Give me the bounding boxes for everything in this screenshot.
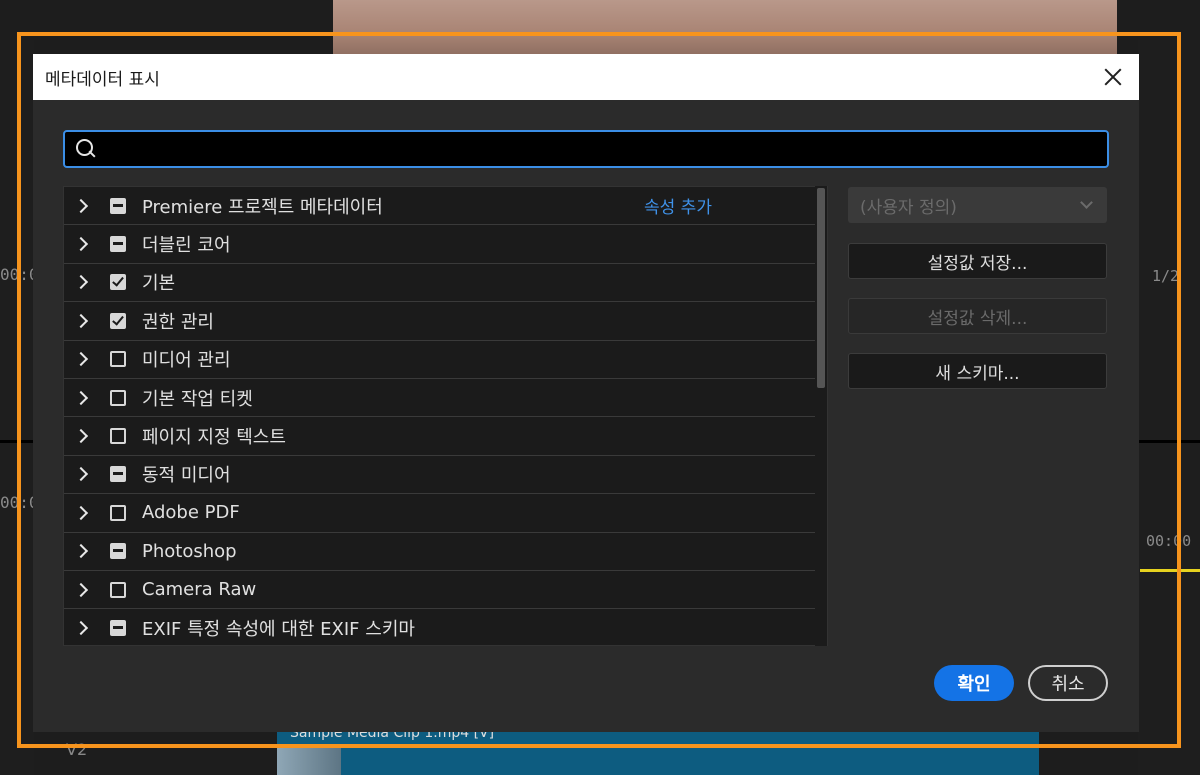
list-item-label: Photoshop xyxy=(142,540,237,562)
list-item-label: EXIF 특정 속성에 대한 EXIF 스키마 xyxy=(142,618,415,640)
checkbox[interactable] xyxy=(110,351,126,368)
search-icon xyxy=(75,138,97,160)
checkbox[interactable] xyxy=(110,428,126,445)
close-icon[interactable] xyxy=(1099,63,1127,91)
checkbox[interactable] xyxy=(110,274,126,291)
checkbox[interactable] xyxy=(110,543,126,560)
search-field[interactable] xyxy=(63,130,1109,168)
checkbox[interactable] xyxy=(110,312,126,329)
list-item-label: 미디어 관리 xyxy=(142,350,231,372)
chevron-right-icon[interactable] xyxy=(70,231,96,257)
search-input[interactable] xyxy=(105,132,1107,166)
list-scrollbar[interactable] xyxy=(815,186,827,646)
right-panel xyxy=(1138,40,1200,775)
page-indicator: 1/2 xyxy=(1152,267,1180,285)
timeline-divider xyxy=(0,440,34,443)
chevron-right-icon[interactable] xyxy=(70,423,96,449)
list-item-label: 권한 관리 xyxy=(142,311,214,333)
checkbox[interactable] xyxy=(110,466,126,483)
ok-button[interactable]: 확인 xyxy=(934,665,1014,701)
chevron-right-icon[interactable] xyxy=(70,461,96,487)
timecode-right: 00:00 xyxy=(1146,532,1192,550)
list-item-label: Premiere 프로젝트 메타데이터 xyxy=(142,196,383,218)
metadata-display-dialog: 메타데이터 표시 Premiere 프로젝트 메타데이터 속성 추가더블린 코어기… xyxy=(33,54,1139,732)
chevron-right-icon[interactable] xyxy=(70,193,96,219)
track-label: V2 xyxy=(66,740,88,759)
dialog-title: 메타데이터 표시 xyxy=(45,69,160,90)
clip-thumbnail xyxy=(277,745,341,775)
checkbox[interactable] xyxy=(110,504,126,521)
chevron-right-icon[interactable] xyxy=(70,538,96,564)
new-schema-button[interactable]: 새 스키마... xyxy=(848,353,1107,389)
list-item-label: 더블린 코어 xyxy=(142,235,231,257)
list-item[interactable]: Camera Raw xyxy=(64,571,827,610)
checkbox[interactable] xyxy=(110,389,126,406)
timeline-divider-right xyxy=(1138,440,1200,443)
delete-preset-button: 설정값 삭제... xyxy=(848,298,1107,334)
list-item[interactable]: 기본 xyxy=(64,264,827,303)
add-property-link[interactable]: 속성 추가 xyxy=(644,193,712,218)
list-item[interactable]: 더블린 코어 xyxy=(64,225,827,264)
list-item[interactable]: Adobe PDF xyxy=(64,494,827,533)
chevron-right-icon[interactable] xyxy=(70,615,96,641)
checkbox[interactable] xyxy=(110,236,126,253)
dialog-titlebar: 메타데이터 표시 xyxy=(33,54,1139,100)
preset-dropdown: (사용자 정의) xyxy=(848,187,1107,223)
cancel-button[interactable]: 취소 xyxy=(1028,665,1108,701)
chevron-right-icon[interactable] xyxy=(70,308,96,334)
chevron-right-icon[interactable] xyxy=(70,346,96,372)
chevron-down-icon xyxy=(1080,196,1093,209)
list-item-label: Camera Raw xyxy=(142,579,257,601)
list-item[interactable]: 기본 작업 티켓 xyxy=(64,379,827,418)
list-item-label: Adobe PDF xyxy=(142,502,240,524)
checkbox[interactable] xyxy=(110,581,126,598)
list-item[interactable]: 미디어 관리 xyxy=(64,341,827,379)
list-item[interactable]: 페이지 지정 텍스트 xyxy=(64,417,827,456)
chevron-right-icon[interactable] xyxy=(70,577,96,603)
list-item-label: 기본 xyxy=(142,273,176,295)
left-panel xyxy=(0,40,34,775)
checkbox[interactable] xyxy=(110,197,126,214)
chevron-right-icon[interactable] xyxy=(70,500,96,526)
list-item-label: 기본 작업 티켓 xyxy=(142,388,253,410)
list-item[interactable]: 동적 미디어 xyxy=(64,456,827,495)
list-item[interactable]: EXIF 특정 속성에 대한 EXIF 스키마 xyxy=(64,609,827,645)
metadata-schema-list[interactable]: Premiere 프로젝트 메타데이터 속성 추가더블린 코어기본권한 관리미디어… xyxy=(63,186,828,646)
list-item-label: 페이지 지정 텍스트 xyxy=(142,427,286,449)
save-preset-button[interactable]: 설정값 저장... xyxy=(848,243,1107,279)
list-item-label: 동적 미디어 xyxy=(142,465,231,487)
playhead-line xyxy=(1140,569,1200,572)
list-item[interactable]: 권한 관리 xyxy=(64,302,827,341)
checkbox[interactable] xyxy=(110,619,126,636)
preset-dropdown-value: (사용자 정의) xyxy=(860,197,957,218)
scrollbar-thumb[interactable] xyxy=(817,188,825,388)
list-item[interactable]: Premiere 프로젝트 메타데이터 속성 추가 xyxy=(64,187,827,226)
list-item[interactable]: Photoshop xyxy=(64,533,827,571)
video-preview xyxy=(333,0,1117,55)
chevron-right-icon[interactable] xyxy=(70,385,96,411)
chevron-right-icon[interactable] xyxy=(70,269,96,295)
